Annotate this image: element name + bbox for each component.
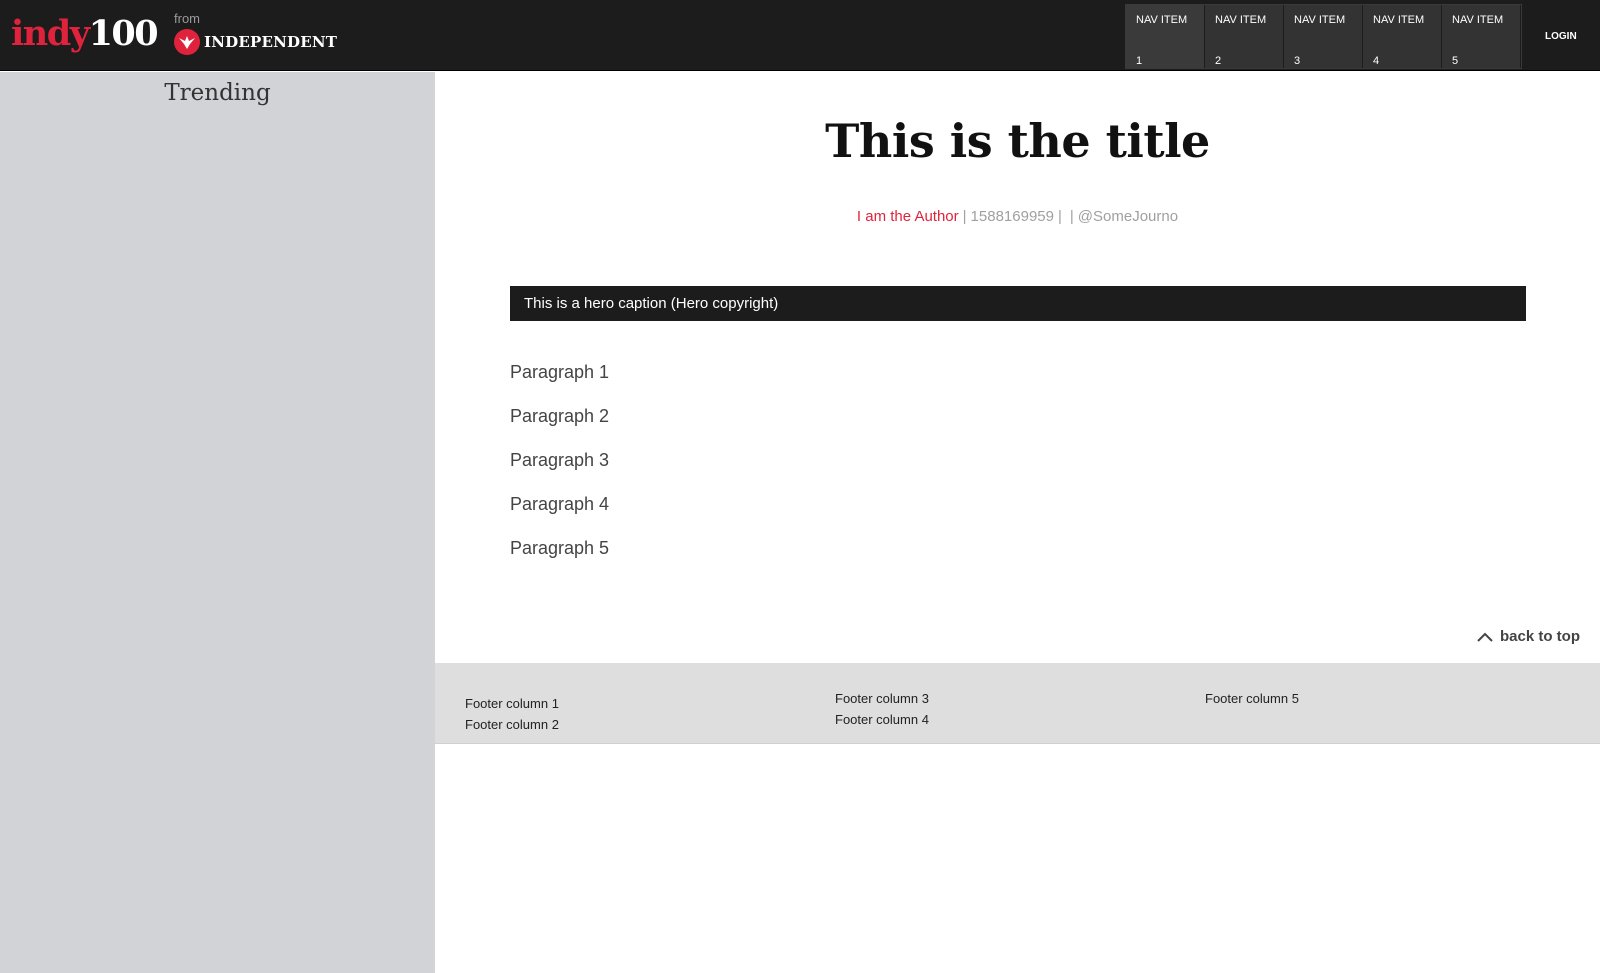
- nav-item-label: NAV ITEM: [1373, 14, 1425, 26]
- footer-column-4[interactable]: Footer column 4: [835, 709, 929, 730]
- nav-item-number: 5: [1452, 55, 1459, 67]
- login-button[interactable]: LOGIN: [1545, 31, 1577, 42]
- nav-item-number: 3: [1294, 55, 1301, 67]
- logo-indy-text: indy: [11, 13, 90, 54]
- eagle-icon: [174, 29, 200, 55]
- footer-column-1[interactable]: Footer column 1: [465, 693, 559, 714]
- article-body: Paragraph 1 Paragraph 2 Paragraph 3 Para…: [510, 360, 609, 580]
- nav-item-4[interactable]: NAV ITEM 4: [1363, 5, 1442, 68]
- nav-item-1[interactable]: NAV ITEM 1: [1126, 5, 1205, 68]
- from-label: from: [174, 11, 200, 26]
- site-footer: Footer column 1 Footer column 2 Footer c…: [435, 663, 1600, 744]
- nav-item-label: NAV ITEM: [1452, 14, 1504, 26]
- independent-wordmark: INDEPENDENT: [204, 33, 338, 51]
- article-byline: I am the Author | 1588169959 | | @SomeJourno: [435, 208, 1600, 225]
- nav-item-5[interactable]: NAV ITEM 5: [1442, 5, 1521, 68]
- footer-column-group-1: Footer column 1 Footer column 2: [465, 693, 559, 735]
- byline-separator: |: [1057, 208, 1062, 225]
- article-paragraph: Paragraph 1: [510, 362, 610, 382]
- footer-column-5[interactable]: Footer column 5: [1205, 688, 1299, 709]
- back-to-top-label: back to top: [1500, 628, 1581, 645]
- article-timestamp: 1588169959: [970, 208, 1054, 225]
- nav-item-2[interactable]: NAV ITEM 2: [1205, 5, 1284, 68]
- nav-item-number: 1: [1136, 55, 1143, 67]
- sidebar-title: Trending: [164, 80, 271, 106]
- footer-column-group-2: Footer column 3 Footer column 4: [835, 688, 929, 730]
- chevron-up-icon: [1477, 632, 1493, 642]
- footer-column-group-3: Footer column 5: [1205, 688, 1299, 709]
- trending-sidebar: Trending: [0, 72, 435, 973]
- nav-item-3[interactable]: NAV ITEM 3: [1284, 5, 1363, 68]
- nav-item-number: 2: [1215, 55, 1222, 67]
- back-to-top-link[interactable]: back to top: [1476, 628, 1580, 645]
- indy100-logo[interactable]: indy 100: [11, 13, 159, 54]
- site-header: indy 100 from INDEPENDENT NAV ITEM 1 NAV…: [0, 0, 1600, 71]
- article-paragraph: Paragraph 5: [510, 538, 610, 558]
- byline-separator: |: [962, 208, 967, 225]
- nav-item-label: NAV ITEM: [1136, 14, 1188, 26]
- author-link[interactable]: I am the Author: [857, 208, 959, 225]
- nav-item-label: NAV ITEM: [1294, 14, 1346, 26]
- article-paragraph: Paragraph 4: [510, 494, 610, 514]
- footer-column-2[interactable]: Footer column 2: [465, 714, 559, 735]
- logo-100-text: 100: [88, 13, 159, 54]
- footer-column-3[interactable]: Footer column 3: [835, 688, 929, 709]
- nav-item-number: 4: [1373, 55, 1380, 67]
- nav-item-label: NAV ITEM: [1215, 14, 1267, 26]
- hero-caption: This is a hero caption (Hero copyright): [510, 286, 1526, 321]
- main-nav: NAV ITEM 1 NAV ITEM 2 NAV ITEM 3 NAV ITE…: [1125, 4, 1522, 69]
- twitter-handle[interactable]: @SomeJourno: [1078, 208, 1178, 225]
- article-paragraph: Paragraph 3: [510, 450, 610, 470]
- independent-logo[interactable]: INDEPENDENT: [174, 29, 337, 55]
- article-title: This is the title: [825, 114, 1210, 168]
- article-paragraph: Paragraph 2: [510, 406, 610, 426]
- byline-separator: |: [1069, 208, 1074, 225]
